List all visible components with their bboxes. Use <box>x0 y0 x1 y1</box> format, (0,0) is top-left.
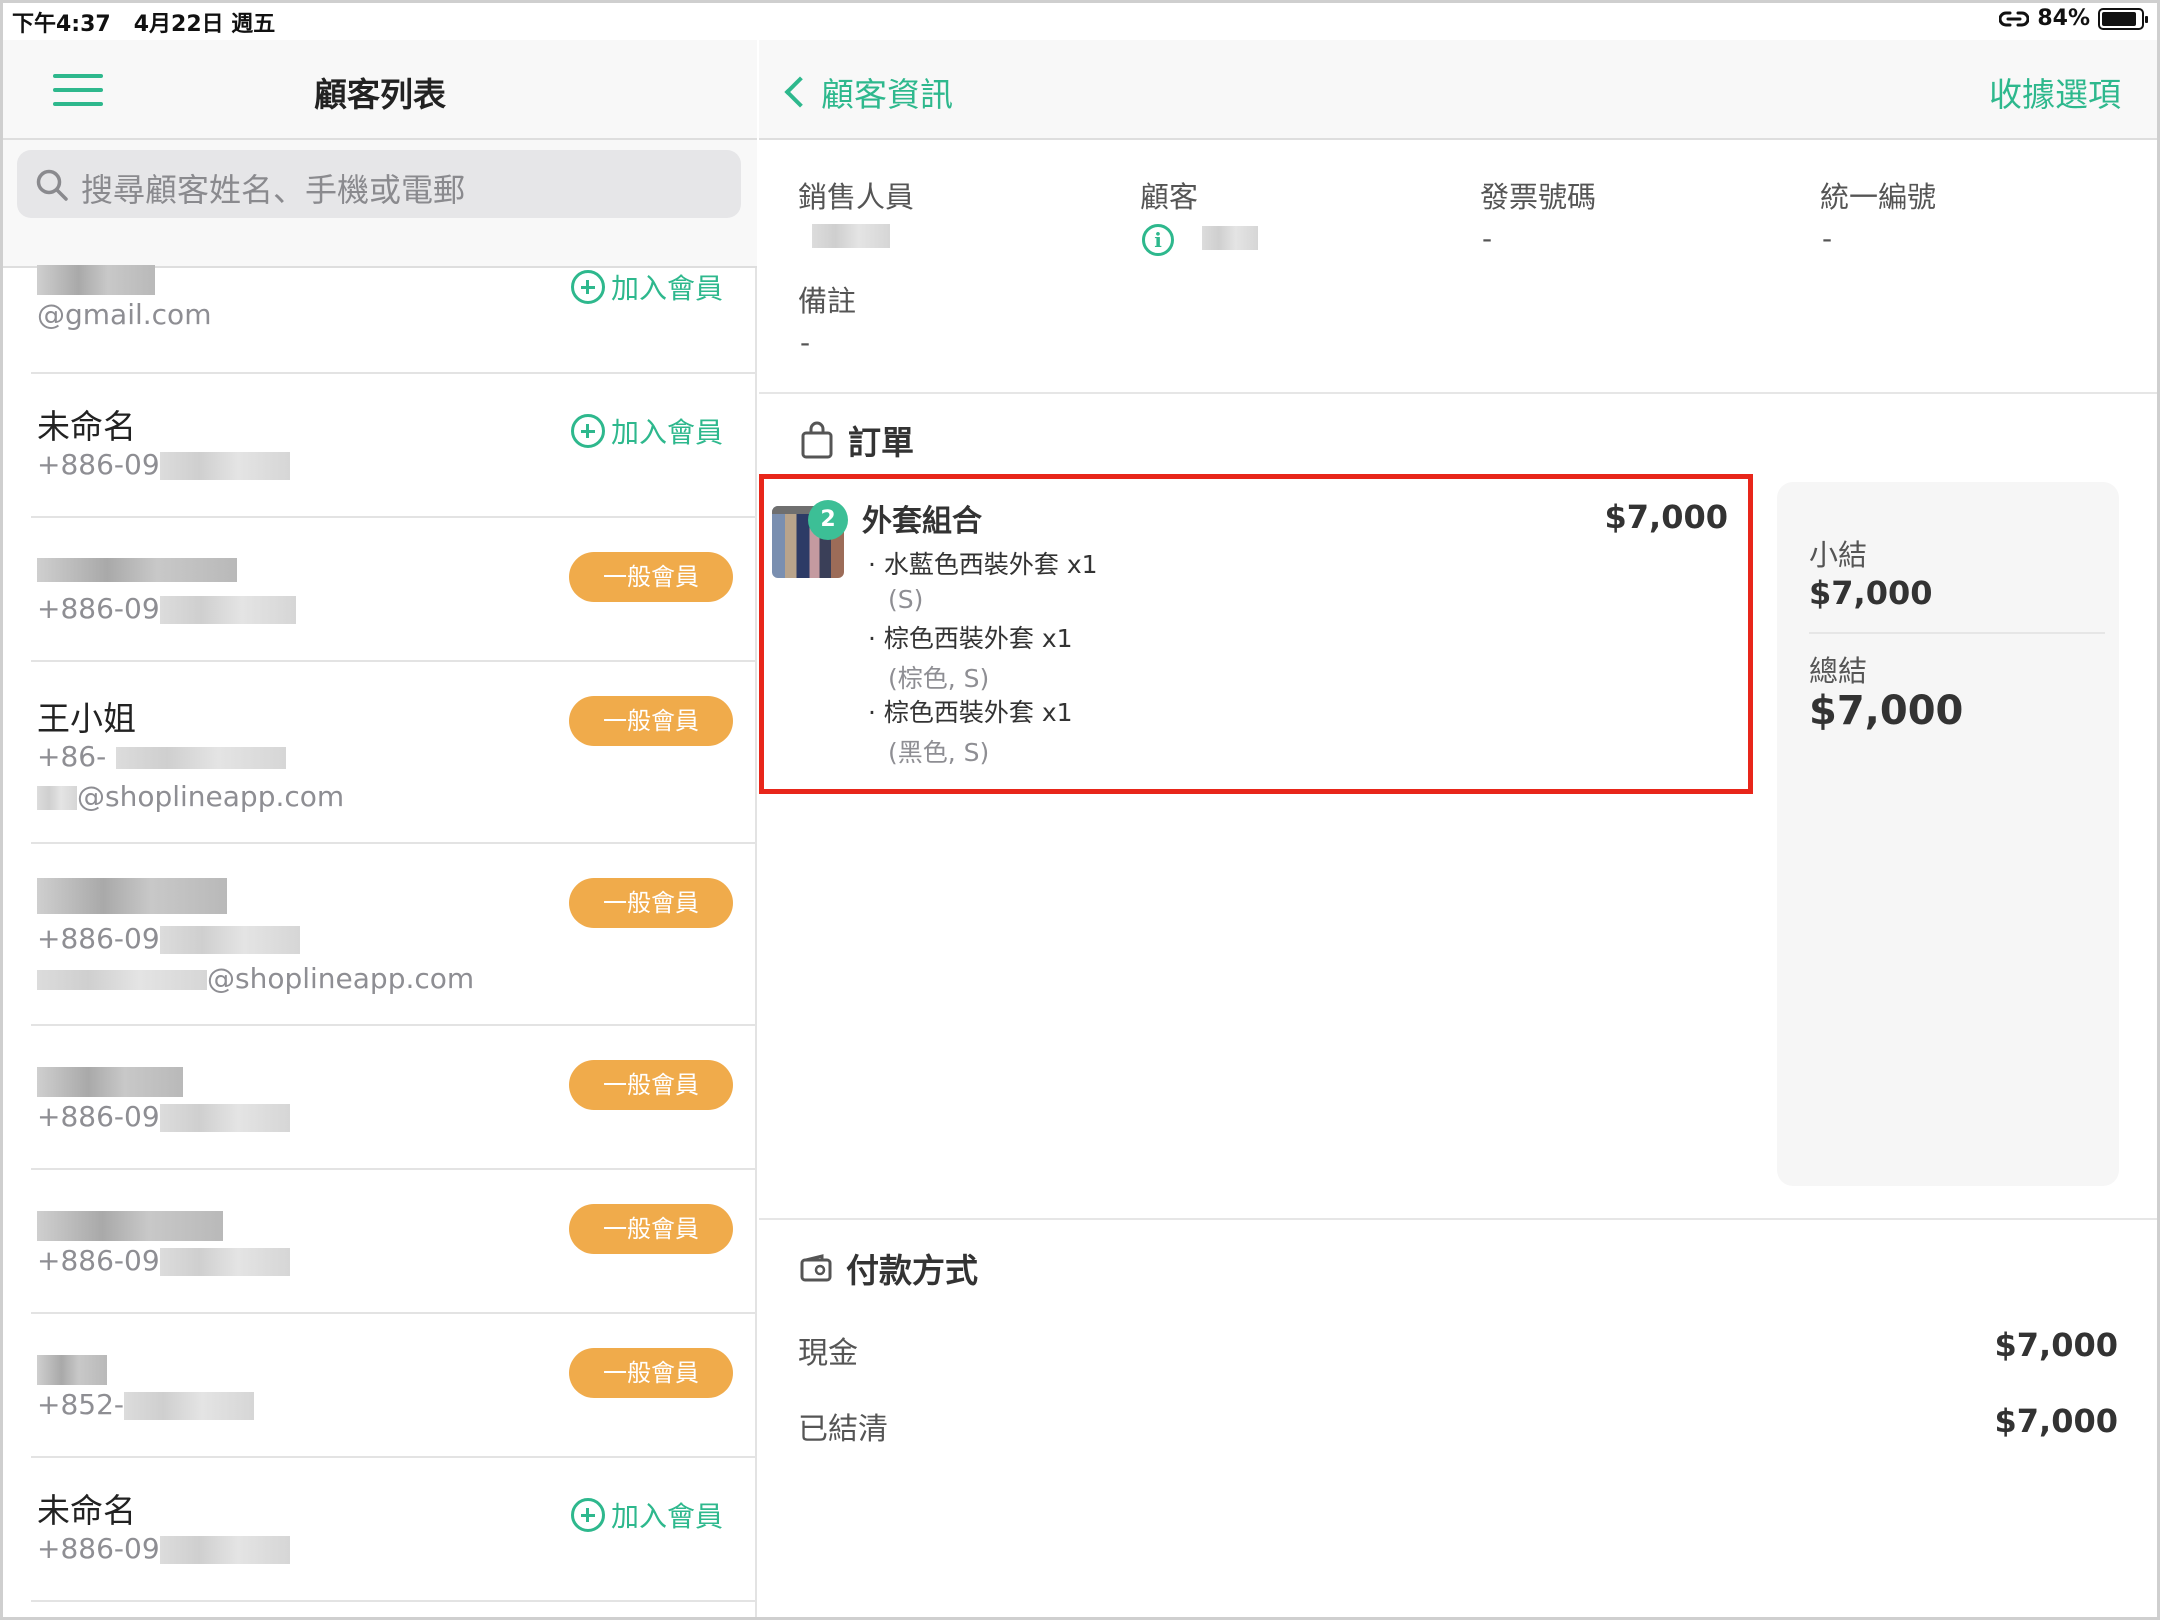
salesperson-label: 銷售人員 <box>798 180 915 214</box>
divider <box>759 1218 2157 1220</box>
list-item[interactable]: +852- 一般會員 <box>31 1314 757 1458</box>
customer-list-header: 顧客列表 <box>3 40 757 140</box>
customer-name: 未命名 <box>37 1491 136 1530</box>
total-value: $7,000 <box>1809 688 1964 734</box>
link-icon <box>1999 11 2030 26</box>
add-circle-icon <box>570 270 605 304</box>
invoice-value: - <box>1482 222 1493 255</box>
total-label: 總結 <box>1809 654 1868 688</box>
tax-id-value: - <box>1822 222 1833 255</box>
salesperson-value-redacted <box>812 224 890 248</box>
member-badge[interactable]: 一般會員 <box>569 1348 733 1398</box>
status-time-date: 下午4:37 4月22日 週五 <box>12 6 275 38</box>
member-badge[interactable]: 一般會員 <box>569 552 733 602</box>
bundle-item-variant: (S) <box>888 585 924 614</box>
customer-name-redacted <box>37 874 227 914</box>
detail-header: 顧客資訊 收據選項 <box>759 40 2157 140</box>
search-input[interactable]: 搜尋顧客姓名、手機或電郵 <box>17 150 741 218</box>
customer-phone: +886-09 <box>37 1532 290 1565</box>
paid-value: $7,000 <box>1994 1402 2118 1440</box>
customer-phone: +852- <box>37 1388 255 1421</box>
customer-name: 未命名 <box>37 407 136 446</box>
tax-id-label: 統一編號 <box>1820 180 1937 214</box>
status-right: 84% <box>1999 6 2148 31</box>
search-placeholder: 搜尋顧客姓名、手機或電郵 <box>81 171 466 209</box>
battery-icon <box>2098 7 2148 30</box>
customer-name-redacted <box>37 548 237 587</box>
customer-name-redacted <box>37 258 155 297</box>
wallet-icon <box>800 1254 832 1282</box>
bundle-item-variant: (黑色, S) <box>888 738 990 767</box>
customer-phone: +86- <box>37 740 287 773</box>
page-title: 顧客列表 <box>314 75 446 114</box>
subtotal-value: $7,000 <box>1809 574 1933 612</box>
summary-divider <box>1809 632 2105 634</box>
bundle-price: $7,000 <box>1604 498 1728 536</box>
order-section-title: 訂單 <box>800 416 914 464</box>
member-badge[interactable]: 一般會員 <box>569 878 733 928</box>
back-button[interactable]: 顧客資訊 <box>781 68 953 116</box>
receipt-options-button[interactable]: 收據選項 <box>1989 68 2121 116</box>
customer-email: @gmail.com <box>37 298 212 331</box>
list-item[interactable]: 王小姐 +86- @shoplineapp.com 一般會員 <box>31 662 757 844</box>
list-item[interactable]: +886-09 一般會員 <box>31 1026 757 1170</box>
join-member-button[interactable]: 加入會員 <box>570 411 723 451</box>
customer-phone: +886-09 <box>37 448 290 481</box>
customer-phone: +886-09 <box>37 1100 290 1133</box>
bundle-item: · 棕色西裝外套 x1 <box>868 624 1073 653</box>
customer-phone: +886-09 <box>37 592 296 625</box>
customer-name-redacted <box>37 1204 223 1243</box>
status-time: 下午4:37 <box>12 12 111 37</box>
list-item[interactable]: 未命名 +886-09 加入會員 <box>31 374 757 518</box>
paid-label: 已結清 <box>798 1412 888 1447</box>
customer-phone: +886-09 <box>37 922 300 955</box>
bundle-item: · 棕色西裝外套 x1 <box>868 698 1073 727</box>
customer-name-redacted <box>37 1348 107 1387</box>
status-bar: 下午4:37 4月22日 週五 84% <box>0 0 2160 40</box>
invoice-label: 發票號碼 <box>1480 180 1597 214</box>
list-item[interactable]: 未命名 +886-09 加入會員 <box>31 1458 757 1602</box>
add-circle-icon <box>570 1498 605 1532</box>
customer-value-redacted <box>1202 226 1258 250</box>
bundle-item-variant: (棕色, S) <box>888 664 990 693</box>
chevron-left-icon <box>784 76 816 108</box>
order-summary: 小結 $7,000 總結 $7,000 <box>1777 482 2119 1186</box>
info-icon[interactable]: i <box>1142 224 1174 256</box>
member-badge[interactable]: 一般會員 <box>569 1060 733 1110</box>
join-member-button[interactable]: 加入會員 <box>570 1495 723 1535</box>
customer-name: 王小姐 <box>37 699 136 738</box>
member-badge[interactable]: 一般會員 <box>569 696 733 746</box>
back-label: 顧客資訊 <box>821 75 953 114</box>
join-member-button[interactable]: 加入會員 <box>570 267 723 307</box>
quantity-badge: 2 <box>808 500 848 540</box>
customer-phone: +886-09 <box>37 1244 290 1277</box>
divider <box>759 392 2157 394</box>
customer-list-panel: 顧客列表 搜尋顧客姓名、手機或電郵 @gmail.com 加入會員 未命名 +8… <box>3 40 757 1617</box>
shopping-bag-icon <box>801 421 833 459</box>
member-badge[interactable]: 一般會員 <box>569 1204 733 1254</box>
payment-method-label: 現金 <box>798 1336 858 1371</box>
search-icon <box>36 169 68 201</box>
payment-method-value: $7,000 <box>1994 1326 2118 1364</box>
customer-label: 顧客 <box>1140 180 1199 214</box>
list-item[interactable]: +886-09 一般會員 <box>31 1170 757 1314</box>
add-circle-icon <box>570 414 605 448</box>
payment-section-title: 付款方式 <box>800 1244 978 1292</box>
list-item[interactable]: +886-09 一般會員 <box>31 518 757 662</box>
customer-name-redacted <box>37 1060 183 1099</box>
bundle-item: · 水藍色西裝外套 x1 <box>868 550 1098 579</box>
battery-percent: 84% <box>2037 6 2090 31</box>
customer-email: @shoplineapp.com <box>37 780 344 813</box>
list-item[interactable]: +886-09 @shoplineapp.com 一般會員 <box>31 844 757 1026</box>
note-label: 備註 <box>798 284 857 318</box>
list-item[interactable]: @gmail.com 加入會員 <box>31 230 757 374</box>
status-date: 4月22日 週五 <box>133 12 276 37</box>
note-value: - <box>800 326 811 359</box>
bundle-name: 外套組合 <box>862 504 982 539</box>
subtotal-label: 小結 <box>1809 538 1868 572</box>
customer-email: @shoplineapp.com <box>37 962 474 995</box>
